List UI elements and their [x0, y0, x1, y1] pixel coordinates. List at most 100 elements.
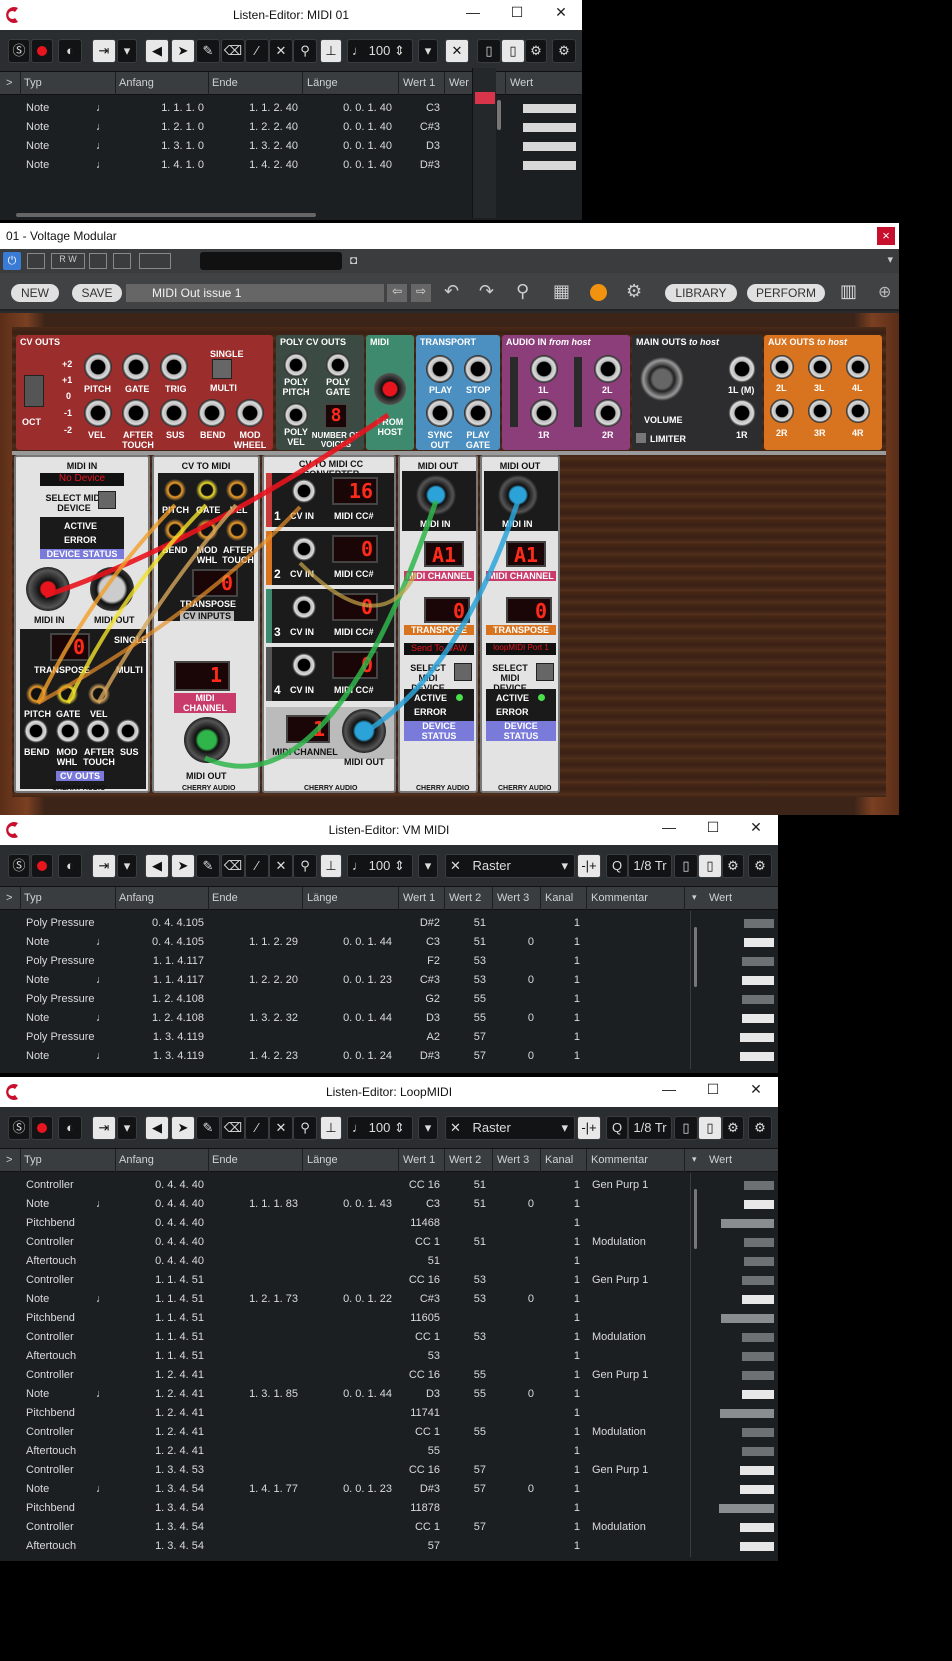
cv-vel-jack[interactable]: [226, 479, 248, 501]
value-bar[interactable]: [742, 957, 774, 966]
cell-wert3[interactable]: 0: [496, 1012, 534, 1024]
cell-wert3[interactable]: 0: [496, 1388, 534, 1400]
midi-out-1-select-button[interactable]: [454, 663, 472, 681]
value-bar[interactable]: [742, 1276, 774, 1285]
cell-kanal[interactable]: 1: [544, 955, 580, 967]
close-icon[interactable]: ✕: [745, 819, 767, 836]
col-wert1[interactable]: Wert 1: [403, 1154, 435, 1166]
snap-button[interactable]: ⊥: [320, 854, 342, 878]
table-row[interactable]: Poly Pressure 1. 3. 4.119 A2 57 1: [0, 1028, 778, 1047]
quantize-icon[interactable]: Q: [606, 1116, 628, 1140]
cell-wert1[interactable]: 11605: [402, 1312, 440, 1324]
cell-wert2[interactable]: 57: [448, 1464, 486, 1476]
close-icon[interactable]: ✕: [550, 4, 572, 21]
cell-kanal[interactable]: 1: [544, 1012, 580, 1024]
col-wert2[interactable]: Wert 2: [449, 1154, 481, 1166]
bend-jack[interactable]: [198, 399, 226, 427]
table-row[interactable]: Pitchbend 1. 2. 4. 41 11741 1: [0, 1404, 778, 1423]
cell-laenge[interactable]: 0. 0. 1. 23: [306, 1483, 392, 1495]
expand-icon[interactable]: >: [6, 77, 12, 89]
auto-scroll-button[interactable]: ⇥: [92, 1116, 116, 1140]
cell-wert2[interactable]: 51: [448, 917, 486, 929]
snap-toggle-icon[interactable]: ✕: [445, 39, 469, 63]
vertical-scrollbar[interactable]: [497, 100, 501, 130]
pencil-icon[interactable]: ✎: [196, 854, 220, 878]
cell-wert1[interactable]: 53: [402, 1350, 440, 1362]
cell-kanal[interactable]: 1: [544, 1217, 580, 1229]
pitch-jack[interactable]: [84, 353, 112, 381]
speaker-icon[interactable]: ◀: [145, 1116, 169, 1140]
cell-anfang[interactable]: 1. 3. 4. 53: [120, 1464, 204, 1476]
maximize-icon[interactable]: ☐: [506, 4, 528, 21]
value-bar[interactable]: [744, 1200, 774, 1209]
cell-anfang[interactable]: 1. 2. 1. 0: [120, 121, 204, 133]
cell-wert3[interactable]: 0: [496, 1293, 534, 1305]
cell-anfang[interactable]: 1. 3. 4. 54: [120, 1521, 204, 1533]
velocity-field[interactable]: ♩ 100 ⇕: [347, 1116, 413, 1140]
cv-transpose-display[interactable]: 0: [192, 569, 238, 597]
cell-anfang[interactable]: 1. 1. 4. 51: [120, 1331, 204, 1343]
table-row[interactable]: Poly Pressure 1. 2. 4.108 G2 55 1: [0, 990, 778, 1009]
poly-vel-jack[interactable]: [284, 403, 308, 427]
pointer-icon[interactable]: ➤: [171, 1116, 195, 1140]
col-wert[interactable]: Wert: [510, 77, 533, 89]
cell-wert1[interactable]: CC 1: [402, 1236, 440, 1248]
midi-out-2-select-button[interactable]: [536, 663, 554, 681]
dropdown-icon[interactable]: ▾: [117, 1116, 137, 1140]
cell-wert2[interactable]: 57: [448, 1050, 486, 1062]
cell-wert2[interactable]: 53: [448, 1293, 486, 1305]
cc-number-display[interactable]: 16: [332, 477, 378, 505]
cc-cv-in-jack[interactable]: [292, 479, 316, 503]
cc-midi-channel-display[interactable]: 1: [286, 715, 330, 743]
cell-anfang[interactable]: 1. 3. 4. 54: [120, 1502, 204, 1514]
minimize-icon[interactable]: —: [658, 819, 680, 835]
cell-wert1[interactable]: D3: [402, 1388, 440, 1400]
cell-wert1[interactable]: CC 1: [402, 1521, 440, 1533]
value-bar[interactable]: [740, 1052, 774, 1061]
play-jack[interactable]: [426, 355, 454, 383]
cc-midi-out-jack[interactable]: [342, 709, 386, 753]
cell-kommentar[interactable]: Modulation: [592, 1236, 646, 1248]
snap-button[interactable]: ⊥: [320, 39, 342, 63]
cv-midi-out-jack[interactable]: [184, 717, 230, 763]
cell-kanal[interactable]: 1: [544, 1407, 580, 1419]
keyboard-icon[interactable]: ▥: [840, 281, 857, 302]
value-bar[interactable]: [740, 1523, 774, 1532]
mute-tool-icon[interactable]: ✕: [269, 1116, 293, 1140]
zoom-icon[interactable]: ⚲: [516, 281, 529, 302]
audio-in-2l-jack[interactable]: [594, 355, 622, 383]
cell-kanal[interactable]: 1: [544, 1445, 580, 1457]
poly-gate-jack[interactable]: [326, 353, 350, 377]
table-row[interactable]: Note ♩ 0. 4. 4.105 1. 1. 2. 29 0. 0. 1. …: [0, 933, 778, 952]
cell-laenge[interactable]: 0. 0. 1. 40: [306, 102, 392, 114]
record-button[interactable]: [31, 854, 53, 878]
cell-anfang[interactable]: 1. 2. 4.108: [120, 993, 204, 1005]
cell-laenge[interactable]: 0. 0. 1. 44: [306, 1388, 392, 1400]
main-1r-jack[interactable]: [728, 399, 756, 427]
cell-wert2[interactable]: 53: [448, 955, 486, 967]
cell-anfang[interactable]: 1. 2. 4. 41: [120, 1407, 204, 1419]
cell-wert2[interactable]: 57: [448, 1031, 486, 1043]
midi-out-2-transpose-display[interactable]: 0: [506, 597, 552, 623]
host-btn-4[interactable]: [113, 253, 131, 269]
table-row[interactable]: Controller 1. 1. 4. 51 CC 1 53 1 Modulat…: [0, 1328, 778, 1347]
cell-anfang[interactable]: 0. 4. 4. 40: [120, 1198, 204, 1210]
eraser-icon[interactable]: ⌫: [221, 854, 245, 878]
value-bar[interactable]: [740, 1033, 774, 1042]
cc-cv-in-jack[interactable]: [292, 653, 316, 677]
cell-wert2[interactable]: 57: [448, 1483, 486, 1495]
cell-wert1[interactable]: C#3: [402, 121, 440, 133]
column-dropdown-icon[interactable]: ▾: [692, 1154, 697, 1165]
table-row[interactable]: Poly Pressure 0. 4. 4.105 D#2 51 1: [0, 914, 778, 933]
table-row[interactable]: Pitchbend 0. 4. 4. 40 11468 1: [0, 1214, 778, 1233]
cell-wert3[interactable]: 0: [496, 936, 534, 948]
power-icon[interactable]: ⏻: [3, 252, 21, 270]
cell-kanal[interactable]: 1: [544, 1198, 580, 1210]
table-row[interactable]: Note ♩ 1. 2. 4.108 1. 3. 2. 32 0. 0. 1. …: [0, 1009, 778, 1028]
undo-icon[interactable]: ↶: [444, 281, 459, 302]
cell-wert1[interactable]: A2: [402, 1031, 440, 1043]
cell-wert1[interactable]: G2: [402, 993, 440, 1005]
table-row[interactable]: Controller 1. 3. 4. 54 CC 1 57 1 Modulat…: [0, 1518, 778, 1537]
cc-cv-in-jack[interactable]: [292, 595, 316, 619]
midi-out-2-in-jack[interactable]: [498, 475, 538, 515]
